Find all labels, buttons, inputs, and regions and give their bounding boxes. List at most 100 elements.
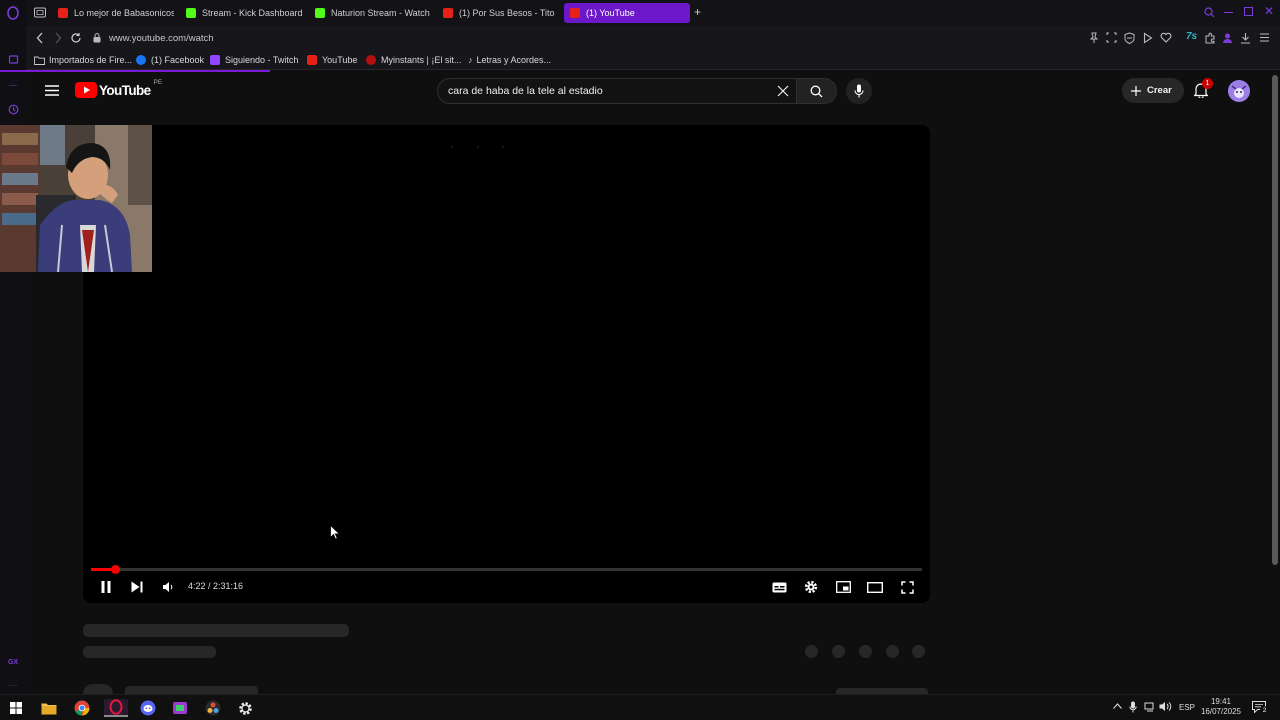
- pause-button[interactable]: [97, 578, 115, 596]
- bookmark-youtube[interactable]: YouTube: [307, 53, 357, 67]
- tab-label: Naturion Stream - Watch: [331, 8, 430, 18]
- player-icon[interactable]: [1143, 32, 1153, 44]
- minimize-button[interactable]: [1224, 12, 1233, 13]
- mute-button[interactable]: [159, 578, 177, 596]
- create-label: Crear: [1147, 85, 1172, 96]
- notification-badge: 1: [1202, 78, 1213, 89]
- clear-search-icon[interactable]: [777, 85, 789, 97]
- lock-icon[interactable]: [93, 33, 101, 43]
- tray-network-icon[interactable]: [1144, 702, 1156, 712]
- reload-button[interactable]: [70, 32, 82, 44]
- more-icon[interactable]: ···: [6, 678, 20, 692]
- streaming-app-icon[interactable]: [171, 699, 189, 717]
- page-scrollbar[interactable]: [1272, 75, 1278, 565]
- twitch-icon: [210, 55, 220, 65]
- bookmark-label: Letras y Acordes...: [476, 55, 552, 65]
- clock-date: 16/07/2025: [1200, 707, 1242, 716]
- chrome-icon[interactable]: [73, 699, 91, 717]
- skip-next-icon: [131, 581, 143, 593]
- subtitles-button[interactable]: [770, 578, 788, 596]
- maximize-button[interactable]: [1244, 7, 1253, 16]
- progress-scrubber[interactable]: [111, 565, 121, 574]
- settings-button[interactable]: [802, 578, 820, 596]
- guitar-icon: ♪: [468, 55, 473, 65]
- notification-count-badge: 2: [1260, 706, 1269, 715]
- tray-microphone-icon[interactable]: [1129, 701, 1137, 713]
- tray-chevron-up-icon[interactable]: [1113, 703, 1122, 709]
- voice-search-button[interactable]: [846, 78, 872, 104]
- gear-icon: [804, 580, 818, 594]
- tab-kick-dashboard[interactable]: Stream - Kick Dashboard: [180, 3, 302, 23]
- youtube-icon: [307, 55, 317, 65]
- clock[interactable]: 19:41 16/07/2025: [1200, 697, 1242, 717]
- tab-label: (1) YouTube: [586, 8, 635, 18]
- profile-icon[interactable]: [1222, 32, 1233, 44]
- workspace-icon[interactable]: [34, 7, 46, 18]
- shopping-icon[interactable]: [6, 51, 20, 65]
- settings-gear-icon[interactable]: [236, 699, 254, 717]
- bookmark-letras[interactable]: ♪ Letras y Acordes...: [468, 53, 551, 67]
- create-button[interactable]: Crear: [1122, 78, 1184, 103]
- next-button[interactable]: [128, 578, 146, 596]
- bookmark-myinstants[interactable]: Myinstants | ¡El sit...: [366, 53, 461, 67]
- miniplayer-button[interactable]: [834, 578, 852, 596]
- search-tabs-icon[interactable]: [1204, 7, 1215, 18]
- tab-naturion-stream[interactable]: Naturion Stream - Watch: [309, 3, 431, 23]
- windows-start-icon[interactable]: [7, 699, 25, 717]
- folder-icon: [34, 56, 45, 65]
- davinci-resolve-icon[interactable]: [204, 699, 222, 717]
- youtube-favicon-icon: [443, 8, 453, 18]
- avatar[interactable]: [1228, 80, 1250, 102]
- plus-icon: [1131, 85, 1141, 96]
- bookmark-twitch[interactable]: Siguiendo - Twitch: [210, 53, 298, 67]
- bookmark-label: YouTube: [322, 55, 358, 65]
- tab-babasonicos[interactable]: Lo mejor de Babasonicos: [52, 3, 174, 23]
- download-icon[interactable]: [1240, 32, 1251, 44]
- file-explorer-icon[interactable]: [40, 699, 58, 717]
- forward-button[interactable]: [54, 32, 62, 44]
- avatar-face-icon: [1228, 80, 1250, 102]
- theater-icon: [867, 581, 883, 593]
- back-button[interactable]: [36, 32, 44, 44]
- youtube-logo[interactable]: YouTube PE: [75, 79, 162, 98]
- tab-label: Lo mejor de Babasonicos: [74, 8, 174, 18]
- tray-volume-icon[interactable]: [1159, 701, 1172, 712]
- menu-icon[interactable]: [1259, 32, 1270, 43]
- kick-favicon-icon: [315, 8, 325, 18]
- opera-logo-icon[interactable]: [6, 6, 20, 20]
- language-indicator[interactable]: ESP: [1179, 703, 1195, 712]
- bookmarks-bar: Importados de Fire... (1) Facebook Sigui…: [26, 50, 1280, 70]
- theater-mode-button[interactable]: [866, 578, 884, 596]
- opera-gx-taskbar-icon[interactable]: [104, 699, 128, 717]
- browser-sidebar: GX ···: [0, 0, 26, 698]
- adblock-icon[interactable]: [1124, 32, 1135, 44]
- new-tab-button[interactable]: +: [694, 6, 701, 18]
- webcam-image: [0, 125, 152, 272]
- discord-icon[interactable]: [139, 699, 157, 717]
- history-icon[interactable]: [6, 102, 20, 116]
- snapshot-icon[interactable]: [1106, 32, 1117, 43]
- search-input[interactable]: [448, 83, 758, 99]
- youtube-favicon-icon: [570, 8, 580, 18]
- notifications-button[interactable]: 1: [1194, 78, 1213, 98]
- taskbar: ESP 19:41 16/07/2025 2: [0, 694, 1280, 720]
- bookmark-facebook[interactable]: (1) Facebook: [136, 53, 204, 67]
- extensions-icon[interactable]: [1204, 32, 1216, 44]
- title-placeholder: [83, 624, 349, 637]
- hamburger-menu-icon[interactable]: [45, 85, 59, 96]
- bookmark-label: Siguiendo - Twitch: [225, 55, 299, 65]
- fullscreen-button[interactable]: [898, 578, 916, 596]
- pin-icon[interactable]: [1089, 32, 1099, 44]
- close-window-button[interactable]: ✕: [1264, 4, 1274, 18]
- video-player[interactable]: 4:22 / 2:31:16: [83, 125, 930, 603]
- bookmark-folder-imported[interactable]: Importados de Fire...: [34, 53, 132, 67]
- tab-youtube-active[interactable]: (1) YouTube: [564, 3, 690, 23]
- heart-icon[interactable]: [1160, 32, 1172, 43]
- tab-por-sus-besos[interactable]: (1) Por Sus Besos - Tito D: [437, 3, 557, 23]
- url-field[interactable]: [109, 30, 609, 46]
- progress-bar[interactable]: [91, 565, 922, 574]
- search-button[interactable]: [797, 78, 837, 104]
- action-center-button[interactable]: 2: [1252, 701, 1269, 715]
- action-placeholder: [805, 645, 818, 658]
- translate-extension-icon[interactable]: 7s: [1186, 31, 1197, 42]
